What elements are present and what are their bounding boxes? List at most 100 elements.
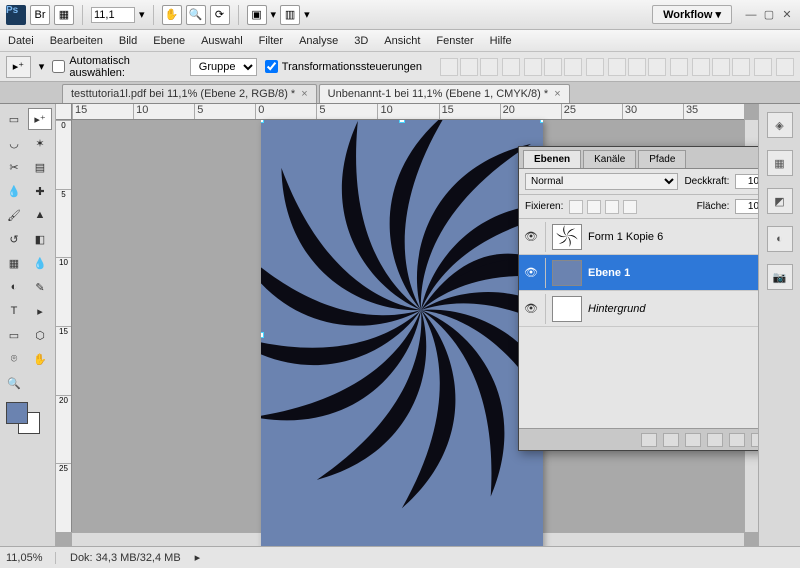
tab-kanale[interactable]: Kanäle — [583, 150, 636, 168]
document-canvas[interactable] — [261, 120, 543, 546]
slice-tool-icon[interactable]: ▤ — [28, 156, 52, 178]
lock-transparency-icon[interactable] — [569, 200, 583, 214]
type-tool-icon[interactable]: T — [2, 300, 26, 322]
adjustment-layer-icon[interactable] — [707, 433, 723, 447]
close-tab-icon[interactable]: × — [301, 88, 307, 100]
layer-thumbnail[interactable] — [552, 260, 582, 286]
layer-row[interactable]: 👁 Hintergrund 🔒 — [519, 291, 758, 327]
link-layers-icon[interactable] — [641, 433, 657, 447]
layer-style-icon[interactable] — [663, 433, 679, 447]
menu-bearbeiten[interactable]: Bearbeiten — [50, 35, 103, 47]
eraser-tool-icon[interactable]: ◧ — [28, 228, 52, 250]
hand-icon[interactable]: ✋ — [162, 5, 182, 25]
close-icon[interactable]: ✕ — [780, 8, 794, 22]
bridge-icon[interactable]: Br — [30, 5, 50, 25]
healing-tool-icon[interactable]: ✚ — [28, 180, 52, 202]
maximize-icon[interactable]: ▢ — [762, 8, 776, 22]
lock-all-icon[interactable] — [623, 200, 637, 214]
auto-select-mode[interactable]: Gruppe — [190, 58, 257, 76]
ruler-origin[interactable] — [56, 104, 72, 120]
dock-panel-icon[interactable]: ▦ — [767, 150, 793, 176]
visibility-icon[interactable]: 👁 — [523, 266, 539, 279]
arrange-docs-icon[interactable]: ▥ — [280, 5, 300, 25]
pen-tool-icon[interactable]: ✎ — [28, 276, 52, 298]
distribute-icon[interactable] — [648, 58, 666, 76]
layer-thumbnail[interactable] — [552, 296, 582, 322]
color-swatches[interactable] — [2, 402, 53, 436]
tab-ebenen[interactable]: Ebenen — [523, 150, 581, 168]
menu-ebene[interactable]: Ebene — [153, 35, 185, 47]
status-doc-size[interactable]: Dok: 34,3 MB/32,4 MB — [70, 552, 181, 564]
distribute-icon[interactable] — [712, 58, 730, 76]
zoom-tool-icon[interactable]: 🔍 — [2, 372, 26, 394]
workspace-switcher[interactable]: Workflow ▾ — [652, 5, 732, 24]
distribute-icon[interactable] — [732, 58, 750, 76]
zoom-dropdown-icon[interactable]: ▾ — [139, 8, 145, 21]
align-icon[interactable] — [480, 58, 498, 76]
fill-input[interactable]: 100% — [735, 199, 758, 214]
distribute-icon[interactable] — [692, 58, 710, 76]
zoom-icon[interactable]: 🔍 — [186, 5, 206, 25]
align-icon[interactable] — [440, 58, 458, 76]
layer-name[interactable]: Ebene 1 — [588, 267, 758, 279]
dropdown-icon[interactable]: ▾ — [271, 8, 277, 21]
eyedropper-tool-icon[interactable]: 💧 — [2, 180, 26, 202]
align-icon[interactable] — [460, 58, 478, 76]
menu-bild[interactable]: Bild — [119, 35, 137, 47]
dropdown-icon[interactable]: ▾ — [304, 8, 310, 21]
distribute-icon[interactable] — [608, 58, 626, 76]
dodge-tool-icon[interactable]: ◐ — [2, 276, 26, 298]
wand-tool-icon[interactable]: ✶ — [28, 132, 52, 154]
3d-tool-icon[interactable]: ⬡ — [28, 324, 52, 346]
align-icon[interactable] — [544, 58, 562, 76]
layer-mask-icon[interactable] — [685, 433, 701, 447]
layer-name[interactable]: Hintergrund — [588, 303, 758, 315]
new-layer-icon[interactable] — [751, 433, 758, 447]
transform-controls-checkbox[interactable]: Transformationssteuerungen — [265, 60, 422, 73]
transform-bounding-box[interactable] — [261, 120, 543, 546]
menu-analyse[interactable]: Analyse — [299, 35, 338, 47]
layer-name[interactable]: Form 1 Kopie 6 — [588, 231, 758, 243]
lock-pixels-icon[interactable] — [587, 200, 601, 214]
document-tab[interactable]: testtutoria1l.pdf bei 11,1% (Ebene 2, RG… — [62, 84, 317, 103]
hand-tool-icon[interactable]: ✋ — [28, 348, 52, 370]
layers-panel[interactable]: Ebenen Kanäle Pfade ▤ Normal Deckkraft: … — [518, 146, 758, 451]
miniB-icon[interactable]: ▦ — [54, 5, 74, 25]
path-select-icon[interactable]: ▸ — [28, 300, 52, 322]
brush-tool-icon[interactable]: 🖌 — [2, 204, 26, 226]
opacity-input[interactable]: 100% — [735, 174, 758, 189]
minimize-icon[interactable]: — — [744, 8, 758, 22]
dropdown-icon[interactable]: ▸ — [195, 551, 201, 564]
menu-auswahl[interactable]: Auswahl — [201, 35, 243, 47]
status-zoom[interactable]: 11,05% — [6, 552, 56, 564]
menu-3d[interactable]: 3D — [354, 35, 368, 47]
zoom-input[interactable] — [91, 7, 135, 23]
auto-select-checkbox[interactable]: Automatisch auswählen: — [52, 55, 181, 79]
transform-controls-input[interactable] — [265, 60, 278, 73]
move-tool-icon[interactable]: ▸⁺ — [28, 108, 52, 130]
gradient-tool-icon[interactable]: ▦ — [2, 252, 26, 274]
menu-filter[interactable]: Filter — [259, 35, 283, 47]
dock-panel-icon[interactable]: ◐ — [767, 226, 793, 252]
marquee-tool-icon[interactable]: ▭ — [2, 108, 26, 130]
auto-align-icon[interactable] — [776, 58, 794, 76]
history-brush-icon[interactable]: ↺ — [2, 228, 26, 250]
visibility-icon[interactable]: 👁 — [523, 302, 539, 315]
screen-mode-icon[interactable]: ▣ — [247, 5, 267, 25]
lock-position-icon[interactable] — [605, 200, 619, 214]
canvas-area[interactable]: 1510505101520253035 0510152025 — [56, 104, 758, 546]
tab-pfade[interactable]: Pfade — [638, 150, 686, 168]
foreground-color-swatch[interactable] — [6, 402, 28, 424]
dropdown-icon[interactable]: ▾ — [39, 60, 45, 73]
align-icon[interactable] — [524, 58, 542, 76]
move-tool-icon[interactable]: ▸⁺ — [6, 56, 31, 78]
blend-mode-select[interactable]: Normal — [525, 173, 678, 190]
layer-row[interactable]: 👁 Ebene 1 — [519, 255, 758, 291]
menu-datei[interactable]: Datei — [8, 35, 34, 47]
layer-thumbnail[interactable] — [552, 224, 582, 250]
rotate-view-icon[interactable]: ⟳ — [210, 5, 230, 25]
align-icon[interactable] — [564, 58, 582, 76]
layer-group-icon[interactable] — [729, 433, 745, 447]
3d-camera-icon[interactable]: ⌾ — [2, 348, 26, 370]
auto-select-input[interactable] — [52, 60, 65, 73]
